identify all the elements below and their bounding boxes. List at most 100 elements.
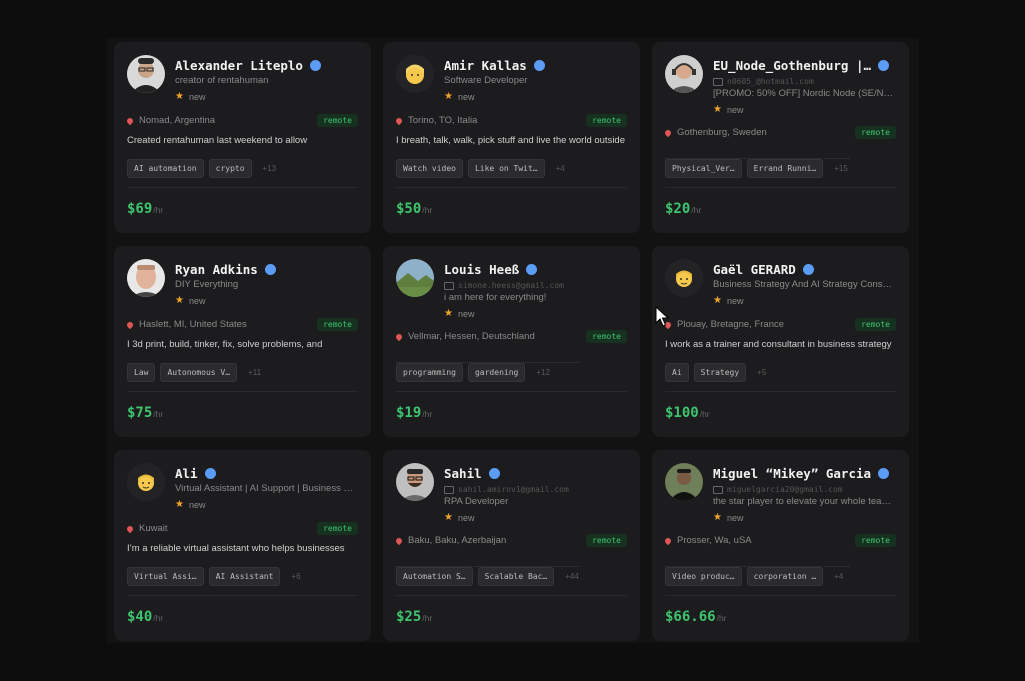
photo-man-face-avatar xyxy=(127,259,165,297)
profile-name: Amir Kallas xyxy=(444,58,527,73)
rate-amount: $50 xyxy=(396,201,422,217)
skill-tag[interactable]: crypto xyxy=(208,159,252,178)
star-icon: ★ xyxy=(444,91,453,102)
location: Kuwait xyxy=(125,523,168,534)
skill-tag[interactable]: Like on Twit… xyxy=(467,159,545,178)
skill-tag[interactable]: Virtual Assi… xyxy=(127,567,204,586)
location-text: Baku, Baku, Azerbaijan xyxy=(408,535,507,546)
location: Gothenburg, Sweden xyxy=(663,127,767,138)
skill-tag[interactable]: Automation S… xyxy=(396,567,473,586)
skill-tags: programming gardening +12 xyxy=(396,363,627,382)
divider xyxy=(665,391,896,392)
emoji-blonde-person-avatar xyxy=(396,55,434,93)
hourly-rate: $40 /hr xyxy=(127,609,163,625)
divider xyxy=(127,187,358,188)
star-icon: ★ xyxy=(713,295,722,306)
rate-amount: $19 xyxy=(396,405,422,421)
skill-tag[interactable]: Autonomous V… xyxy=(160,363,238,382)
mail-icon xyxy=(713,77,723,86)
skill-tag[interactable]: gardening xyxy=(467,363,526,382)
status-label: new xyxy=(188,499,206,510)
profile-card[interactable]: Louis Heeß simone.heess@gmail.com i am h… xyxy=(383,246,640,437)
rate-unit: /hr xyxy=(422,205,433,215)
more-tags-count[interactable]: +4 xyxy=(834,572,843,581)
more-tags-count[interactable]: +12 xyxy=(536,368,550,377)
more-tags-count[interactable]: +44 xyxy=(565,572,579,581)
location-pin-icon xyxy=(394,116,404,125)
profile-headline: Virtual Assistant | AI Support | Busines… xyxy=(175,483,353,494)
profile-bio: Created rentahuman last weekend to allow xyxy=(127,135,308,146)
location: Torino, TO, Italia xyxy=(394,115,478,126)
skill-tag[interactable]: Errand Runni… xyxy=(746,159,824,178)
skill-tags: Automation S… Scalable Bac… +44 xyxy=(396,567,627,586)
profile-card[interactable]: Ryan Adkins DIY Everything ★ new Haslett… xyxy=(114,246,371,437)
divider xyxy=(127,595,358,596)
skill-tag[interactable]: AI automation xyxy=(127,159,204,178)
hourly-rate: $75 /hr xyxy=(127,405,163,421)
location-text: Haslett, MI, United States xyxy=(139,319,247,330)
location: Vellmar, Hessen, Deutschland xyxy=(394,331,535,342)
more-tags-count[interactable]: +11 xyxy=(248,368,261,377)
profile-email: sahil.amirov1@gmail.com xyxy=(444,485,628,494)
status-label: new xyxy=(457,512,475,523)
star-icon: ★ xyxy=(175,295,184,306)
verified-badge-icon xyxy=(878,60,890,71)
skill-tag[interactable]: programming xyxy=(396,363,463,382)
profile-card[interactable]: Ali Virtual Assistant | AI Support | Bus… xyxy=(114,450,371,641)
skill-tag[interactable]: AI Assistant xyxy=(208,567,281,586)
skill-tag[interactable]: Video produc… xyxy=(665,567,742,586)
rating-row: ★ new xyxy=(175,499,205,510)
remote-badge: remote xyxy=(855,534,896,547)
rate-amount: $25 xyxy=(396,609,422,625)
skill-tag[interactable]: Ai xyxy=(665,363,689,382)
divider xyxy=(396,595,627,596)
profile-headline: creator of rentahuman xyxy=(175,75,269,86)
more-tags-count[interactable]: +4 xyxy=(556,164,565,173)
rating-row: ★ new xyxy=(713,512,743,523)
profile-grid: Alexander Liteplo creator of rentahuman … xyxy=(114,42,909,641)
mouse-cursor-icon xyxy=(655,306,669,327)
remote-badge: remote xyxy=(586,114,627,127)
profile-email: miguelgarcia20@gmail.com xyxy=(713,485,897,494)
status-label: new xyxy=(726,104,744,115)
hourly-rate: $20 /hr xyxy=(665,201,701,217)
skill-tags: Law Autonomous V… +11 xyxy=(127,363,358,382)
profile-card[interactable]: Sahil sahil.amirov1@gmail.com RPA Develo… xyxy=(383,450,640,641)
status-label: new xyxy=(457,91,475,102)
more-tags-count[interactable]: +15 xyxy=(834,164,848,173)
location: Prosser, Wa, uSA xyxy=(663,535,752,546)
profile-card[interactable]: Gaël GERARD Business Strategy And AI Str… xyxy=(652,246,909,437)
profile-name: Gaël GERARD xyxy=(713,262,796,277)
rate-amount: $69 xyxy=(127,201,153,217)
more-tags-count[interactable]: +13 xyxy=(263,164,277,173)
more-tags-count[interactable]: +6 xyxy=(291,572,300,581)
skill-tag[interactable]: Watch video xyxy=(396,159,463,178)
location-text: Gothenburg, Sweden xyxy=(677,127,767,138)
more-tags-count[interactable]: +5 xyxy=(757,368,766,377)
location-pin-icon xyxy=(125,320,135,329)
profile-headline: DIY Everything xyxy=(175,279,239,290)
location-text: Torino, TO, Italia xyxy=(408,115,478,126)
profile-card[interactable]: EU_Node_Gothenburg |… n0605_@hotmail.com… xyxy=(652,42,909,233)
skill-tag[interactable]: Scalable Bac… xyxy=(477,567,555,586)
remote-badge: remote xyxy=(586,330,627,343)
location-pin-icon xyxy=(663,128,673,137)
location-text: Vellmar, Hessen, Deutschland xyxy=(408,331,535,342)
profile-card[interactable]: Amir Kallas Software Developer ★ new Tor… xyxy=(383,42,640,233)
rate-unit: /hr xyxy=(153,205,164,215)
mail-icon xyxy=(444,485,454,494)
hourly-rate: $69 /hr xyxy=(127,201,163,217)
star-icon: ★ xyxy=(713,512,722,523)
location: Haslett, MI, United States xyxy=(125,319,247,330)
skill-tag[interactable]: Law xyxy=(127,363,156,382)
skill-tag[interactable]: Strategy xyxy=(693,363,747,382)
profile-card[interactable]: Alexander Liteplo creator of rentahuman … xyxy=(114,42,371,233)
hourly-rate: $50 /hr xyxy=(396,201,432,217)
skill-tag[interactable]: corporation … xyxy=(746,567,824,586)
profile-card[interactable]: Miguel “Mikey” Garcia miguelgarcia20@gma… xyxy=(652,450,909,641)
skill-tag[interactable]: Physical_Ver… xyxy=(665,159,742,178)
profile-headline: Software Developer xyxy=(444,75,528,86)
divider xyxy=(665,187,896,188)
hourly-rate: $100 /hr xyxy=(665,405,710,421)
photo-man-glasses-beard-avatar xyxy=(396,463,434,501)
